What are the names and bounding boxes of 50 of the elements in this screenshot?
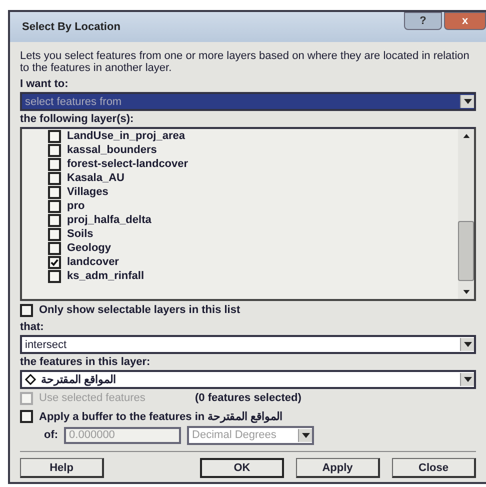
layer-name[interactable]: Kasala_AU — [67, 172, 124, 184]
checkbox-label: Only show selectable layers in this list — [39, 304, 240, 316]
caret-icon[interactable] — [298, 428, 312, 442]
relation-dropdown[interactable]: intersect — [20, 335, 476, 354]
caret-icon[interactable] — [460, 95, 474, 108]
layer-icon — [25, 374, 37, 386]
dialog-button[interactable]: Close — [392, 458, 476, 478]
checkbox[interactable] — [20, 304, 33, 316]
checkbox[interactable] — [48, 186, 61, 198]
layer-name[interactable]: Geology — [67, 242, 112, 254]
layer-name[interactable]: proj_halfa_delta — [67, 214, 152, 226]
layer-name[interactable]: Soils — [67, 228, 94, 240]
scroll-thumb[interactable] — [458, 221, 474, 281]
checkbox[interactable] — [48, 256, 61, 268]
window-close-button[interactable]: x — [444, 12, 486, 30]
window-title: Select By Location — [22, 21, 120, 33]
checkbox[interactable] — [48, 158, 61, 170]
dialog-button[interactable]: Apply — [296, 458, 380, 478]
dialog-button[interactable]: Help — [20, 458, 104, 478]
help-button[interactable]: ? — [404, 12, 442, 30]
field-label: of: — [44, 429, 58, 441]
checkbox-label: Use selected features — [39, 392, 146, 404]
layer-name[interactable]: pro — [67, 200, 85, 212]
layer-name[interactable]: ks_adm_rinfall — [67, 270, 144, 282]
checkbox[interactable] — [48, 214, 61, 226]
layer-name[interactable]: forest-select-landcover — [67, 158, 188, 170]
layer-name[interactable]: Villages — [67, 186, 108, 198]
field-label: that: — [20, 321, 45, 333]
scrollbar[interactable] — [458, 129, 474, 299]
layer-name[interactable]: landcover — [67, 256, 119, 268]
checkbox[interactable] — [48, 144, 61, 156]
field-label: I want to: — [20, 78, 70, 90]
checkbox[interactable] — [48, 200, 61, 212]
dialog-button[interactable]: OK — [200, 458, 284, 478]
source-layer-dropdown[interactable]: المواقع المقترحة — [20, 370, 476, 389]
layer-name[interactable]: kassal_bounders — [67, 144, 157, 156]
checkbox[interactable] — [48, 242, 61, 254]
layer-name[interactable]: LandUse_in_proj_area — [67, 130, 185, 142]
checkbox-label: Apply a buffer to the features in المواقع المقترحة — [39, 410, 283, 422]
caret-icon[interactable] — [460, 338, 474, 351]
checkbox[interactable] — [48, 228, 61, 240]
method-dropdown[interactable]: select features from — [20, 92, 476, 111]
checkbox[interactable] — [48, 172, 61, 184]
field-label: the following layer(s): — [20, 113, 135, 125]
field-label: the features in this layer: — [20, 356, 152, 368]
checkbox[interactable] — [48, 270, 61, 282]
checkbox[interactable] — [48, 130, 61, 142]
caret-icon[interactable] — [460, 373, 474, 386]
description-text: Lets you select features from one or more layers based on where they are located in relation to the features in another layer. — [20, 50, 470, 74]
selection-count: (0 features selected) — [195, 392, 302, 404]
